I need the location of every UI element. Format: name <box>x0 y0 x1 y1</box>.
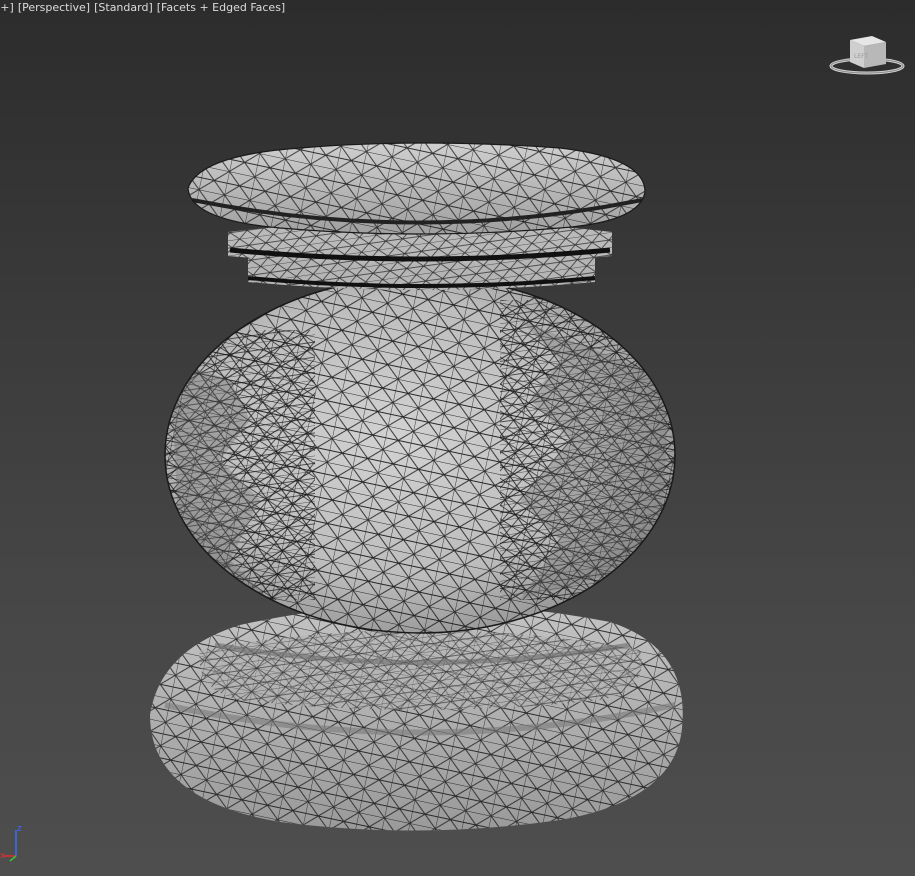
pedestal-bowl <box>164 276 676 634</box>
axis-x-label: x <box>0 851 6 861</box>
svg-text:LEFT: LEFT <box>854 53 868 60</box>
pedestal-mesh[interactable] <box>0 0 915 876</box>
axis-z-label: z <box>17 824 22 834</box>
viewcube-icon[interactable]: LEFT <box>828 28 906 78</box>
axis-tripod-icon: z x <box>0 824 22 862</box>
pedestal-cap <box>187 142 646 235</box>
pedestal-base <box>150 604 683 831</box>
3d-viewport[interactable]: [+] [Perspective] [Standard] [Facets + E… <box>0 0 915 876</box>
